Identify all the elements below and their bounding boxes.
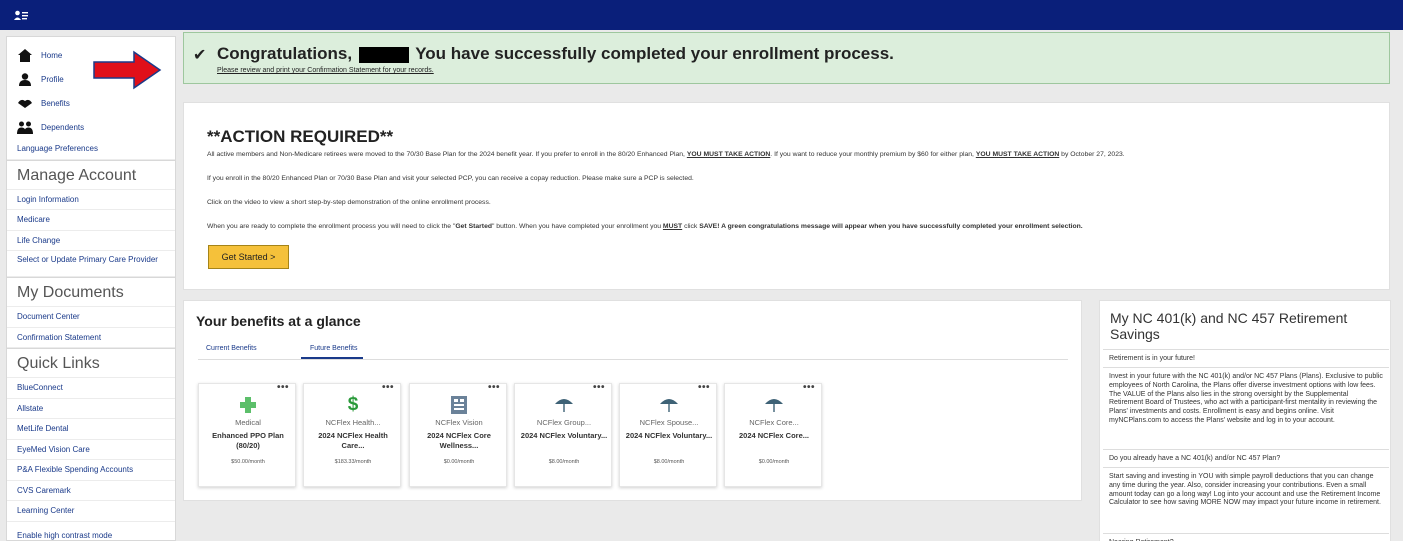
profile-icon [17,72,33,86]
card-price: $50.00/month [231,459,265,465]
benefit-card-health-care[interactable]: ••• $ NCFlex Health... 2024 NCFlex Healt… [303,382,401,487]
card-plan-name: 2024 NCFlex Voluntary... [520,431,608,440]
life-change-link[interactable]: Life Change [7,231,175,251]
card-category: NCFlex Group... [536,418,592,427]
benefits-glance-title: Your benefits at a glance [196,313,361,329]
card-category: NCFlex Health... [325,418,381,427]
card-plan-name: 2024 NCFlex Voluntary... [625,431,713,440]
user-card-icon[interactable] [13,8,29,22]
benefit-card-core[interactable]: ••• NCFlex Core... 2024 NCFlex Core... $… [724,382,823,487]
tab-divider [198,359,1068,360]
primary-care-provider-link[interactable]: Select or Update Primary Care Provider [7,251,175,277]
congrats-prefix: Congratulations, [217,44,353,63]
action-paragraph-3: Click on the video to view a short step-… [207,199,491,206]
card-plan-name: 2024 NCFlex Core Wellness... [427,431,491,450]
document-center-link[interactable]: Document Center [7,307,175,328]
more-options-icon[interactable]: ••• [593,382,605,393]
tab-current-benefits[interactable]: Current Benefits [206,345,257,352]
card-category: Medical [235,418,261,427]
quick-links-heading: Quick Links [7,348,175,378]
action-paragraph-1: All active members and Non-Medicare reti… [207,151,1125,158]
medical-cross-icon [199,396,297,414]
dollar-icon: $ [347,394,359,415]
sidebar-item-dependents[interactable]: Dependents [7,115,175,139]
manage-account-heading: Manage Account [7,159,175,190]
benefit-card-vision[interactable]: ••• NCFlex Vision 2024 NCFlex Core Welln… [409,382,508,487]
allstate-link[interactable]: Allstate [7,399,175,419]
card-price: $8.00/month [548,459,580,465]
action-paragraph-2: If you enroll in the 80/20 Enhanced Plan… [207,175,694,182]
action-required-title: **ACTION REQUIRED** [207,127,394,146]
sidebar-item-label: Benefits [41,98,70,108]
home-icon [17,48,33,62]
medicare-link[interactable]: Medicare [7,210,175,231]
success-banner: ✔ Congratulations, You have successfully… [183,32,1390,84]
red-arrow-icon [93,50,162,90]
checkmark-icon: ✔ [193,47,207,64]
retirement-title: My NC 401(k) and NC 457 Retirement Savin… [1110,310,1348,342]
sidebar-item-label: Dependents [41,122,85,132]
fsa-link[interactable]: P&A Flexible Spending Accounts [7,460,175,481]
retirement-nearing: Nearing Retirement? [1103,533,1389,541]
benefit-card-group[interactable]: ••• NCFlex Group... 2024 NCFlex Voluntar… [514,382,613,487]
benefits-glance-panel: Your benefits at a glance Current Benefi… [183,300,1082,501]
action-paragraph-4: When you are ready to complete the enrol… [207,223,1083,230]
card-plan-name: 2024 NCFlex Health Care... [318,431,388,450]
sidebar: Home Profile Benefits Dependents Languag… [6,36,176,541]
success-title: Congratulations, You have successfully c… [217,44,894,64]
language-preferences-link[interactable]: Language Preferences [7,139,175,160]
tab-future-benefits[interactable]: Future Benefits [301,345,364,359]
learning-center-link[interactable]: Learning Center [7,501,175,522]
confirmation-statement-link[interactable]: Confirmation Statement [7,328,175,348]
eyemed-vision-link[interactable]: EyeMed Vision Care [7,440,175,460]
sidebar-item-benefits[interactable]: Benefits [7,91,175,115]
more-options-icon[interactable]: ••• [698,382,710,393]
cvs-caremark-link[interactable]: CVS Caremark [7,481,175,501]
blueconnect-link[interactable]: BlueConnect [7,378,175,399]
card-price: $0.00/month [443,459,475,465]
benefit-card-medical[interactable]: ••• Medical Enhanced PPO Plan (80/20) $5… [198,382,297,487]
more-options-icon[interactable]: ••• [382,382,394,393]
benefit-card-spouse[interactable]: ••• NCFlex Spouse... 2024 NCFlex Volunta… [619,382,718,487]
card-plan-name: 2024 NCFlex Core... [738,431,810,440]
more-options-icon[interactable]: ••• [277,382,289,393]
retirement-saving-text: Start saving and investing in YOU with s… [1103,467,1389,513]
more-options-icon[interactable]: ••• [488,382,500,393]
congrats-suffix: You have successfully completed your enr… [415,44,894,63]
redacted-name [358,46,409,63]
umbrella-icon [620,396,718,414]
top-bar [0,0,1403,30]
card-category: NCFlex Spouse... [639,418,699,427]
umbrella-icon [725,396,823,414]
card-category: NCFlex Vision [435,418,483,427]
my-documents-heading: My Documents [7,277,175,307]
dependents-icon [17,120,33,134]
retirement-question: Do you already have a NC 401(k) and/or N… [1103,449,1389,469]
sidebar-item-label: Profile [41,74,64,84]
benefits-icon [17,96,33,110]
card-price: $0.00/month [758,459,790,465]
card-plan-name: Enhanced PPO Plan (80/20) [212,431,284,450]
action-required-panel: **ACTION REQUIRED** All active members a… [183,102,1390,290]
retirement-intro: Retirement is in your future! [1103,349,1389,369]
sidebar-item-label: Home [41,50,63,60]
umbrella-icon [515,396,613,414]
card-price: $8.00/month [653,459,685,465]
more-options-icon[interactable]: ••• [803,382,815,393]
metlife-dental-link[interactable]: MetLife Dental [7,419,175,440]
vision-icon [410,396,508,414]
confirmation-statement-review-link[interactable]: Please review and print your Confirmatio… [217,67,434,74]
retirement-invest-text: Invest in your future with the NC 401(k)… [1103,367,1389,431]
retirement-savings-panel: My NC 401(k) and NC 457 Retirement Savin… [1099,300,1391,541]
login-information-link[interactable]: Login Information [7,190,175,210]
card-category: NCFlex Core... [749,418,799,427]
high-contrast-toggle[interactable]: Enable high contrast mode [7,526,175,541]
get-started-button[interactable]: Get Started > [208,245,289,269]
card-price: $183.33/month [334,459,372,465]
